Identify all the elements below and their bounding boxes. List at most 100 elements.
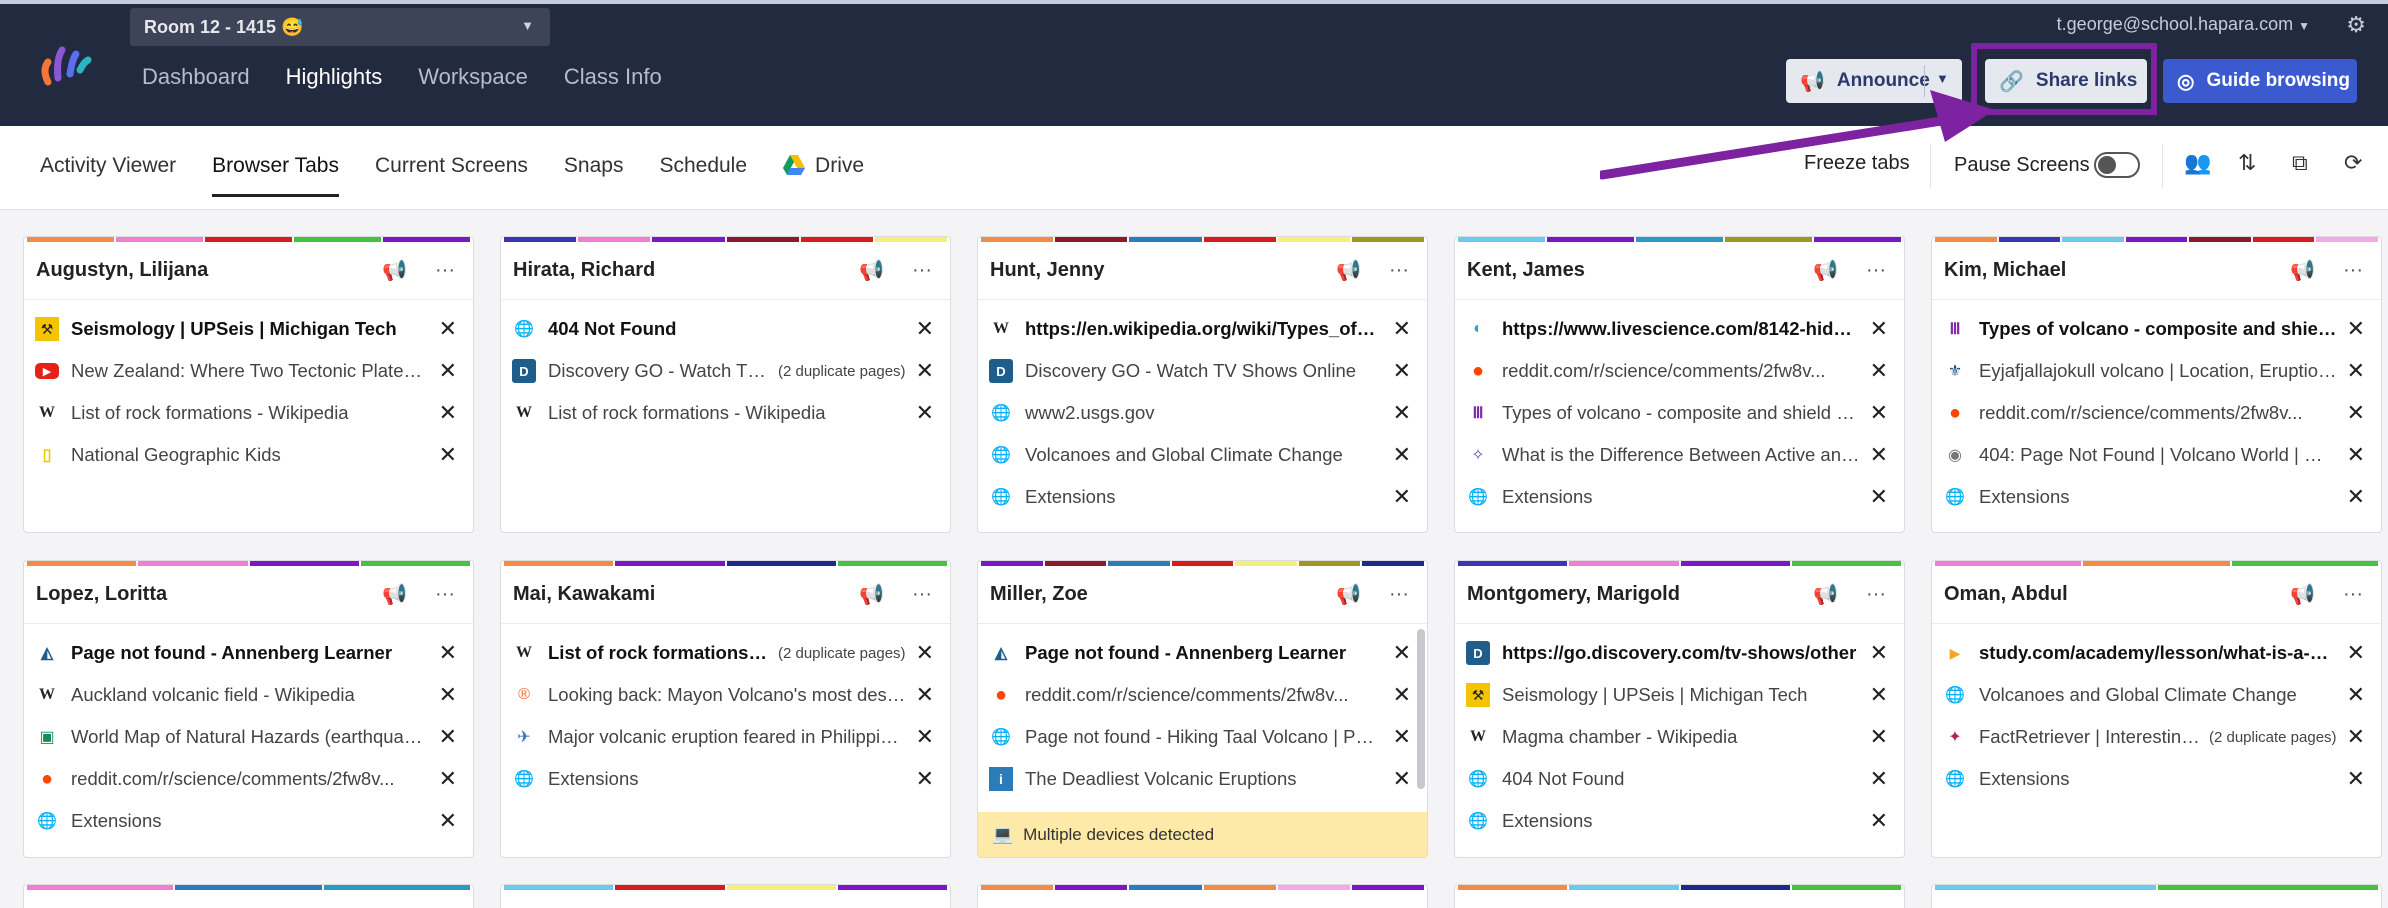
tab-title[interactable]: Extensions [548, 768, 906, 790]
tab-title[interactable]: Extensions [1979, 486, 2337, 508]
tab-title[interactable]: Major volcanic eruption feared in Philip… [548, 726, 906, 748]
megaphone-icon[interactable]: 📢 [1813, 258, 1838, 283]
browser-tab-row[interactable]: W Auckland volcanic field - Wikipedia ✕ [24, 674, 473, 716]
tab-title[interactable]: Page not found - Annenberg Learner [71, 642, 429, 664]
megaphone-icon[interactable]: 📢 [2290, 258, 2315, 283]
close-icon[interactable]: ✕ [439, 640, 457, 666]
browser-tab-row[interactable]: 🌐 Page not found - Hiking Taal Volcano | … [978, 716, 1427, 758]
tab-browser-tabs[interactable]: Browser Tabs [212, 154, 339, 197]
close-icon[interactable]: ✕ [2347, 316, 2365, 342]
megaphone-icon[interactable]: 📢 [1336, 258, 1361, 283]
close-icon[interactable]: ✕ [916, 316, 934, 342]
browser-tab-row[interactable]: ⚒ Seismology | UPSeis | Michigan Tech ✕ [24, 308, 473, 350]
close-icon[interactable]: ✕ [2347, 400, 2365, 426]
browser-tab-row[interactable]: ⚜ Eyjafjallajokull volcano | Location, Er… [1932, 350, 2381, 392]
browser-tab-row[interactable]: 🌐 Extensions ✕ [1932, 758, 2381, 800]
tab-current-screens[interactable]: Current Screens [375, 154, 528, 178]
student-name[interactable]: Hunt, Jenny [990, 259, 1336, 282]
browser-tab-row[interactable]: ● reddit.com/r/science/comments/2fw8v... ✕ [978, 674, 1427, 716]
browser-tab-row[interactable]: W List of rock formations - Wikipedia ✕ [501, 392, 950, 434]
pause-screens-toggle[interactable] [2094, 152, 2140, 178]
close-icon[interactable]: ✕ [2347, 442, 2365, 468]
student-name[interactable]: Kim, Michael [1944, 259, 2290, 282]
close-icon[interactable]: ✕ [1393, 358, 1411, 384]
more-options-icon[interactable]: ··· [435, 259, 455, 282]
tab-title[interactable]: List of rock formations - Wikipedia [548, 402, 906, 424]
tab-title[interactable]: 404 Not Found [1502, 768, 1860, 790]
close-icon[interactable]: ✕ [1393, 442, 1411, 468]
browser-tab-row[interactable]: Dhttps://go.discovery.com/tv-shows/other… [1455, 632, 1904, 674]
close-icon[interactable]: ✕ [2347, 724, 2365, 750]
scrollbar[interactable] [1417, 629, 1425, 789]
tab-schedule[interactable]: Schedule [659, 154, 747, 178]
tab-title[interactable]: 404: Page Not Found | Volcano World | Or… [1979, 444, 2337, 466]
nav-workspace[interactable]: Workspace [418, 64, 528, 90]
tab-title[interactable]: reddit.com/r/science/comments/2fw8v... [1979, 402, 2337, 424]
tab-snaps[interactable]: Snaps [564, 154, 624, 178]
tab-title[interactable]: Volcanoes and Global Climate Change [1025, 444, 1383, 466]
more-options-icon[interactable]: ··· [435, 583, 455, 606]
megaphone-icon[interactable]: 📢 [2290, 582, 2315, 607]
close-icon[interactable]: ✕ [1870, 808, 1888, 834]
close-icon[interactable]: ✕ [916, 766, 934, 792]
browser-tab-row[interactable]: 🌐 Extensions ✕ [1455, 476, 1904, 518]
close-icon[interactable]: ✕ [916, 358, 934, 384]
close-icon[interactable]: ✕ [439, 400, 457, 426]
tab-title[interactable]: National Geographic Kids [71, 444, 429, 466]
more-options-icon[interactable]: ··· [2343, 259, 2363, 282]
more-options-icon[interactable]: ··· [1389, 583, 1409, 606]
close-icon[interactable]: ✕ [1393, 724, 1411, 750]
browser-tab-row[interactable]: ◭ Page not found - Annenberg Learner ✕ [24, 632, 473, 674]
student-name[interactable]: Mai, Kawakami [513, 583, 859, 606]
close-icon[interactable]: ✕ [439, 358, 457, 384]
browser-tab-row[interactable]: ✦ FactRetriever | Interesting Facts (2 dup… [1932, 716, 2381, 758]
more-options-icon[interactable]: ··· [912, 583, 932, 606]
tab-title[interactable]: FactRetriever | Interesting Facts [1979, 726, 2201, 748]
close-icon[interactable]: ✕ [1393, 316, 1411, 342]
close-icon[interactable]: ✕ [1393, 766, 1411, 792]
browser-tab-row[interactable]: Whttps://en.wikipedia.org/wiki/Types_of_… [978, 308, 1427, 350]
browser-tab-row[interactable]: D Discovery GO - Watch TV Shows Online (2 … [501, 350, 950, 392]
browser-tab-row[interactable]: ● reddit.com/r/science/comments/2fw8v... ✕ [1932, 392, 2381, 434]
tab-title[interactable]: Extensions [1025, 486, 1383, 508]
tab-title[interactable]: https://www.livescience.com/8142-hidden-… [1502, 318, 1860, 340]
browser-tab-row[interactable]: ● reddit.com/r/science/comments/2fw8v... ✕ [1455, 350, 1904, 392]
browser-tab-row[interactable]: ⚒ Seismology | UPSeis | Michigan Tech ✕ [1455, 674, 1904, 716]
megaphone-icon[interactable]: 📢 [1813, 582, 1838, 607]
student-name[interactable]: Oman, Abdul [1944, 583, 2290, 606]
student-name[interactable]: Kent, James [1467, 259, 1813, 282]
student-name[interactable]: Augustyn, Lilijana [36, 259, 382, 282]
close-icon[interactable]: ✕ [1393, 682, 1411, 708]
browser-tab-row[interactable]: 🌐 www2.usgs.gov ✕ [978, 392, 1427, 434]
tab-title[interactable]: Types of volcano - composite and shield … [1502, 402, 1860, 424]
tab-title[interactable]: 404 Not Found [548, 318, 906, 340]
nav-class-info[interactable]: Class Info [564, 64, 662, 90]
tab-title[interactable]: Seismology | UPSeis | Michigan Tech [71, 318, 429, 340]
guide-browsing-button[interactable]: ◎ Guide browsing [2163, 59, 2357, 103]
tab-title[interactable]: List of rock formations - Wikipedia [71, 402, 429, 424]
tab-title[interactable]: reddit.com/r/science/comments/2fw8v... [1025, 684, 1383, 706]
tab-title[interactable]: Looking back: Mayon Volcano's most destr… [548, 684, 906, 706]
tab-title[interactable]: New Zealand: Where Two Tectonic Plates M… [71, 360, 429, 382]
close-icon[interactable]: ✕ [2347, 358, 2365, 384]
close-icon[interactable]: ✕ [439, 808, 457, 834]
browser-tab-row[interactable]: ● reddit.com/r/science/comments/2fw8v... ✕ [24, 758, 473, 800]
tab-title[interactable]: Extensions [71, 810, 429, 832]
close-icon[interactable]: ✕ [1870, 442, 1888, 468]
tab-title[interactable]: https://en.wikipedia.org/wiki/Types_of_v… [1025, 318, 1383, 340]
megaphone-icon[interactable]: 📢 [1336, 582, 1361, 607]
student-name[interactable]: Miller, Zoe [990, 583, 1336, 606]
close-icon[interactable]: ✕ [916, 724, 934, 750]
tab-activity-viewer[interactable]: Activity Viewer [40, 154, 176, 178]
tab-title[interactable]: Auckland volcanic field - Wikipedia [71, 684, 429, 706]
close-icon[interactable]: ✕ [1870, 682, 1888, 708]
browser-tab-row[interactable]: ✧ What is the Difference Between Active a… [1455, 434, 1904, 476]
tab-title[interactable]: reddit.com/r/science/comments/2fw8v... [1502, 360, 1860, 382]
tab-title[interactable]: Extensions [1502, 486, 1860, 508]
browser-tab-row[interactable]: ▣ World Map of Natural Hazards (earthquak… [24, 716, 473, 758]
tab-title[interactable]: Seismology | UPSeis | Michigan Tech [1502, 684, 1860, 706]
megaphone-icon[interactable]: 📢 [382, 582, 407, 607]
browser-tab-row[interactable]: ▶ New Zealand: Where Two Tectonic Plates … [24, 350, 473, 392]
room-selector[interactable]: Room 12 - 1415 😅 ▼ [130, 8, 550, 46]
close-icon[interactable]: ✕ [916, 682, 934, 708]
